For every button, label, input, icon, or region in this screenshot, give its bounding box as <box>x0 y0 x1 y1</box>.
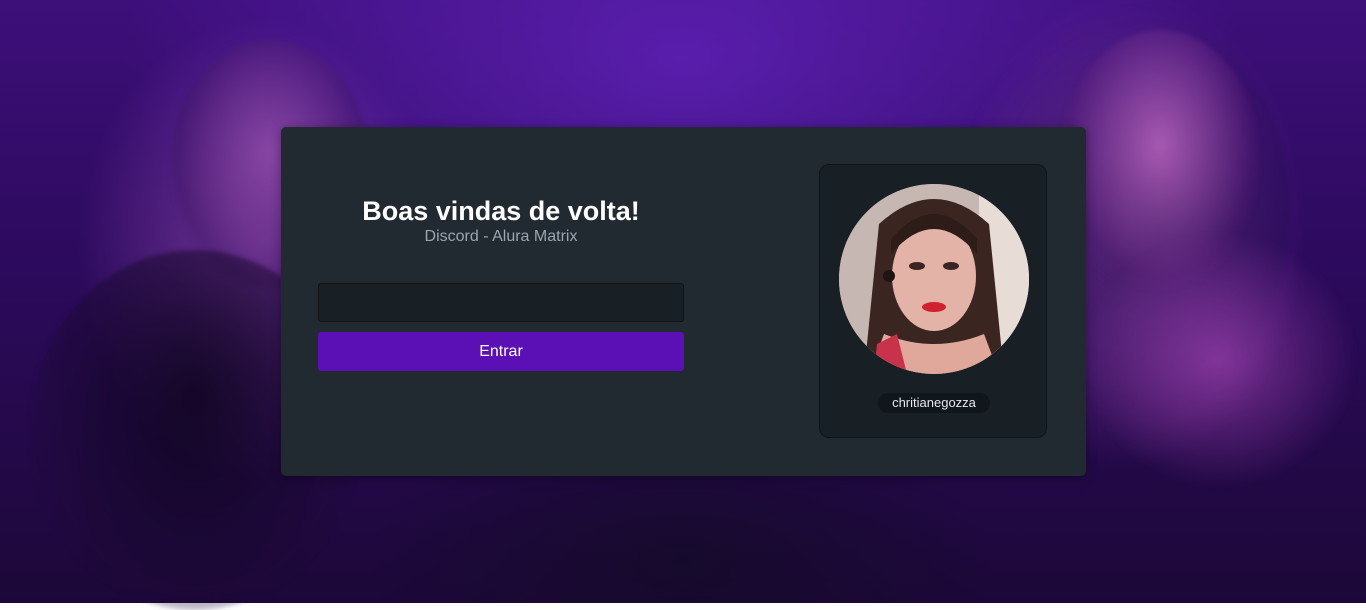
avatar <box>839 184 1029 374</box>
submit-button[interactable]: Entrar <box>318 332 684 371</box>
page-subtitle: Discord - Alura Matrix <box>424 228 578 245</box>
avatar-photo <box>839 184 1029 374</box>
login-form: Boas vindas de volta! Discord - Alura Ma… <box>318 195 684 371</box>
username-badge: chritianegozza <box>878 393 990 413</box>
profile-photo-area: chritianegozza <box>819 164 1047 438</box>
login-card: Boas vindas de volta! Discord - Alura Ma… <box>281 127 1086 476</box>
page-title: Boas vindas de volta! <box>362 196 640 226</box>
background-figure-right-hair <box>1080 230 1360 490</box>
username-input[interactable] <box>318 283 684 322</box>
